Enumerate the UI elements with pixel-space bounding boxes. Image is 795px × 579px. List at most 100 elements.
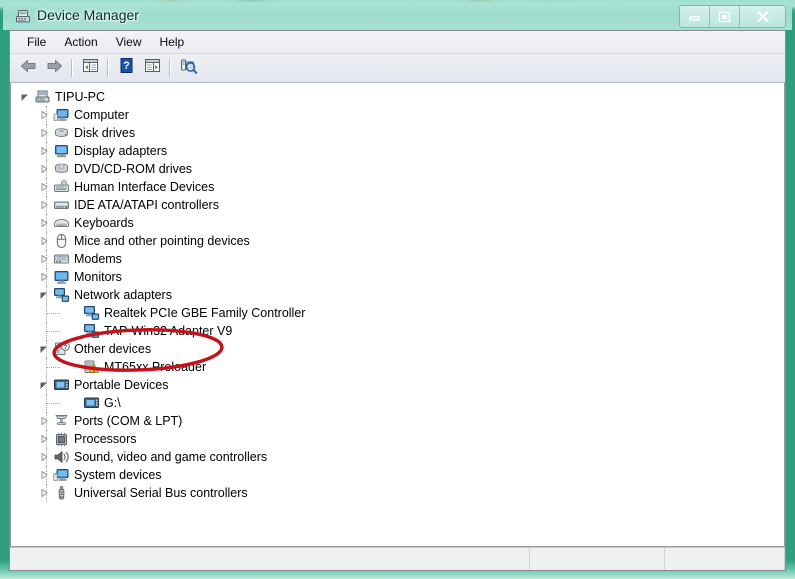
tree-item[interactable]: DVD/CD-ROM drives bbox=[11, 160, 784, 178]
menu-bar: File Action View Help bbox=[10, 31, 785, 54]
status-pane-main bbox=[10, 548, 530, 570]
device-tree[interactable]: TIPU-PC Computer Disk drives Display adapte… bbox=[11, 83, 784, 546]
tree-item[interactable]: Universal Serial Bus controllers bbox=[11, 484, 784, 502]
tree-expander[interactable] bbox=[36, 106, 52, 124]
back-button[interactable] bbox=[15, 56, 41, 81]
toolbar: ? bbox=[10, 54, 785, 83]
tree-item[interactable]: ? Other devices bbox=[11, 340, 784, 358]
unknown-device-icon: ? bbox=[52, 341, 70, 357]
mouse-icon bbox=[52, 233, 70, 249]
tree-item-label: Processors bbox=[74, 432, 137, 446]
tree-item-label: Realtek PCIe GBE Family Controller bbox=[104, 306, 306, 320]
tree-item[interactable]: Ports (COM & LPT) bbox=[11, 412, 784, 430]
svg-text:?: ? bbox=[63, 344, 67, 351]
tree-connector-line bbox=[46, 466, 48, 484]
tree-connector-line bbox=[46, 448, 48, 466]
tree-item[interactable]: IDE ATA/ATAPI controllers bbox=[11, 196, 784, 214]
menu-item-action[interactable]: Action bbox=[55, 33, 106, 51]
tree-item-label: Universal Serial Bus controllers bbox=[74, 486, 248, 500]
close-button[interactable] bbox=[740, 6, 785, 27]
tree-item-label: TAP-Win32 Adapter V9 bbox=[104, 324, 233, 338]
hid-icon bbox=[52, 179, 70, 195]
monitor-icon bbox=[52, 269, 70, 285]
properties-button[interactable] bbox=[139, 56, 165, 81]
tree-expander[interactable] bbox=[36, 340, 52, 358]
tree-item[interactable]: Modems bbox=[11, 250, 784, 268]
tree-connector-line bbox=[46, 124, 48, 142]
menu-item-help[interactable]: Help bbox=[151, 33, 194, 51]
tree-expander[interactable] bbox=[36, 286, 52, 304]
window-title: Device Manager bbox=[37, 7, 139, 23]
tree-item[interactable]: TIPU-PC bbox=[11, 88, 784, 106]
tree-expander[interactable] bbox=[36, 448, 52, 466]
modem-icon bbox=[52, 251, 70, 267]
tree-item[interactable]: TAP-Win32 Adapter V9 bbox=[11, 322, 784, 340]
tree-item[interactable]: Portable Devices bbox=[11, 376, 784, 394]
tree-item-label: Mice and other pointing devices bbox=[74, 234, 250, 248]
device-tree-pane[interactable]: TIPU-PC Computer Disk drives Display adapte… bbox=[10, 83, 785, 547]
tree-expander[interactable] bbox=[36, 268, 52, 286]
tree-expander[interactable] bbox=[36, 124, 52, 142]
console-tree-icon bbox=[81, 57, 100, 79]
tree-expander[interactable] bbox=[36, 160, 52, 178]
tree-expander[interactable] bbox=[36, 232, 52, 250]
tree-connector-line bbox=[46, 178, 48, 196]
tree-item[interactable]: Network adapters bbox=[11, 286, 784, 304]
tree-expander[interactable] bbox=[36, 376, 52, 394]
tree-item[interactable]: MT65xx Preloader bbox=[11, 358, 784, 376]
tree-expander-none bbox=[66, 394, 82, 412]
menu-item-file[interactable]: File bbox=[18, 33, 55, 51]
help-button[interactable]: ? bbox=[113, 56, 139, 81]
tree-expander[interactable] bbox=[36, 250, 52, 268]
menu-item-view[interactable]: View bbox=[107, 33, 151, 51]
tree-item[interactable]: Processors bbox=[11, 430, 784, 448]
tree-item[interactable]: Display adapters bbox=[11, 142, 784, 160]
tree-connector-line bbox=[46, 376, 48, 394]
show-hide-console-tree-button[interactable] bbox=[77, 56, 103, 81]
sound-icon bbox=[52, 449, 70, 465]
tree-item[interactable]: Sound, video and game controllers bbox=[11, 448, 784, 466]
portable-device-icon bbox=[52, 377, 70, 393]
tree-item[interactable]: Computer bbox=[11, 106, 784, 124]
tree-item-label: Disk drives bbox=[74, 126, 136, 140]
tree-expander-none bbox=[66, 358, 82, 376]
tree-connector-stub bbox=[47, 403, 60, 404]
tree-connector-line bbox=[46, 232, 48, 250]
status-bar bbox=[10, 547, 785, 570]
scan-for-hardware-changes-button[interactable] bbox=[175, 56, 201, 81]
tree-connector-stub bbox=[47, 313, 60, 314]
dvd-drive-icon bbox=[52, 161, 70, 177]
tree-expander[interactable] bbox=[36, 196, 52, 214]
tree-expander[interactable] bbox=[36, 142, 52, 160]
tree-expander[interactable] bbox=[36, 430, 52, 448]
tree-item[interactable]: G:\ bbox=[11, 394, 784, 412]
tree-item-label: MT65xx Preloader bbox=[104, 360, 207, 374]
tree-item-label: Ports (COM & LPT) bbox=[74, 414, 183, 428]
tree-connector-line bbox=[46, 250, 48, 268]
tree-expander[interactable] bbox=[17, 88, 33, 106]
tree-expander[interactable] bbox=[36, 412, 52, 430]
tree-item[interactable]: Monitors bbox=[11, 268, 784, 286]
tree-expander[interactable] bbox=[36, 178, 52, 196]
tree-expander[interactable] bbox=[36, 484, 52, 502]
tree-connector-stub bbox=[47, 367, 60, 368]
maximize-button[interactable] bbox=[710, 6, 740, 27]
tree-item-label: Other devices bbox=[74, 342, 152, 356]
toolbar-separator bbox=[169, 59, 171, 77]
tree-item[interactable]: Mice and other pointing devices bbox=[11, 232, 784, 250]
tree-item[interactable]: Realtek PCIe GBE Family Controller bbox=[11, 304, 784, 322]
tree-item[interactable]: Keyboards bbox=[11, 214, 784, 232]
title-bar: Device Manager bbox=[3, 2, 792, 30]
tree-item[interactable]: Disk drives bbox=[11, 124, 784, 142]
tree-item-label: G:\ bbox=[104, 396, 121, 410]
minimize-button[interactable] bbox=[680, 6, 710, 27]
tree-expander[interactable] bbox=[36, 466, 52, 484]
tree-item[interactable]: System devices bbox=[11, 466, 784, 484]
unknown-device-warning-icon bbox=[82, 359, 100, 375]
tree-item-label: Monitors bbox=[74, 270, 122, 284]
back-arrow-icon bbox=[19, 58, 38, 79]
tree-item[interactable]: Human Interface Devices bbox=[11, 178, 784, 196]
tree-connector-line bbox=[46, 196, 48, 214]
forward-button[interactable] bbox=[41, 56, 67, 81]
tree-expander[interactable] bbox=[36, 214, 52, 232]
